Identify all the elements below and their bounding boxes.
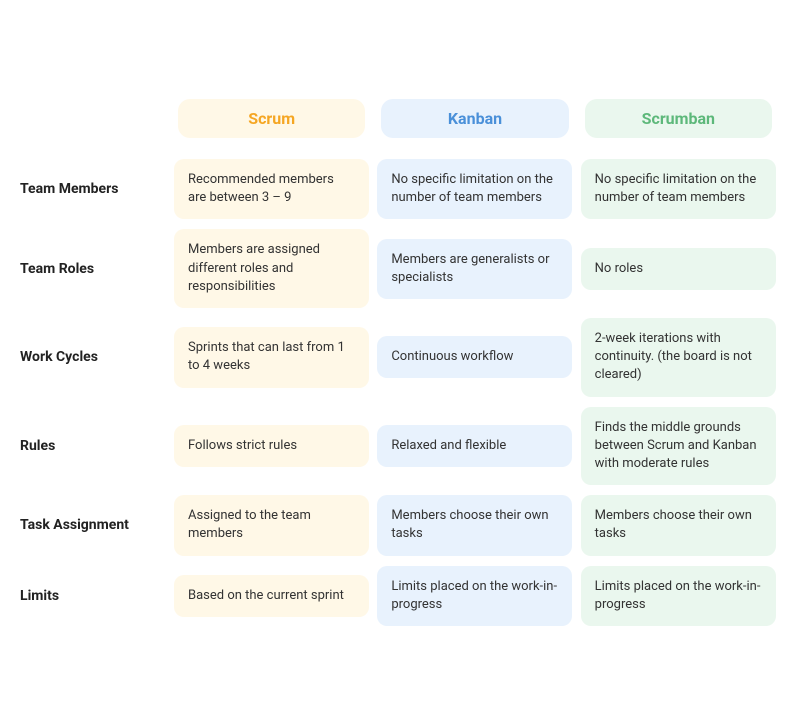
cell-content-scrum-2: Sprints that can last from 1 to 4 weeks — [174, 327, 369, 387]
table-row: Team MembersRecommended members are betw… — [20, 154, 780, 224]
scrumban-header: Scrumban — [577, 89, 780, 154]
cell-scrumban-1: No roles — [577, 224, 780, 313]
cell-content-scrumban-4: Members choose their own tasks — [581, 495, 776, 555]
kanban-header: Kanban — [373, 89, 576, 154]
row-label: Rules — [20, 402, 170, 491]
row-label: Team Roles — [20, 224, 170, 313]
row-label: Task Assignment — [20, 490, 170, 560]
cell-content-scrum-4: Assigned to the team members — [174, 495, 369, 555]
table-row: Task AssignmentAssigned to the team memb… — [20, 490, 780, 560]
table-row: Team RolesMembers are assigned different… — [20, 224, 780, 313]
row-label: Team Members — [20, 154, 170, 224]
cell-content-kanban-5: Limits placed on the work-in-progress — [377, 566, 572, 626]
cell-scrumban-2: 2-week iterations with continuity. (the … — [577, 313, 780, 402]
cell-content-scrumban-5: Limits placed on the work-in-progress — [581, 566, 776, 626]
cell-scrum-5: Based on the current sprint — [170, 561, 373, 631]
row-label: Work Cycles — [20, 313, 170, 402]
cell-scrum-0: Recommended members are between 3 – 9 — [170, 154, 373, 224]
cell-content-scrum-1: Members are assigned different roles and… — [174, 229, 369, 308]
row-label: Limits — [20, 561, 170, 631]
comparison-table: Scrum Kanban Scrumban Team MembersRecomm… — [20, 89, 780, 631]
corner-header — [20, 89, 170, 154]
cell-content-kanban-2: Continuous workflow — [377, 336, 572, 378]
cell-kanban-4: Members choose their own tasks — [373, 490, 576, 560]
cell-scrumban-5: Limits placed on the work-in-progress — [577, 561, 780, 631]
cell-scrum-2: Sprints that can last from 1 to 4 weeks — [170, 313, 373, 402]
cell-content-scrum-5: Based on the current sprint — [174, 575, 369, 617]
cell-scrumban-0: No specific limitation on the number of … — [577, 154, 780, 224]
scrum-header: Scrum — [170, 89, 373, 154]
table-row: Work CyclesSprints that can last from 1 … — [20, 313, 780, 402]
cell-content-kanban-1: Members are generalists or specialists — [377, 239, 572, 299]
cell-scrum-3: Follows strict rules — [170, 402, 373, 491]
cell-content-kanban-3: Relaxed and flexible — [377, 425, 572, 467]
cell-content-scrumban-1: No roles — [581, 248, 776, 290]
cell-content-kanban-0: No specific limitation on the number of … — [377, 159, 572, 219]
cell-kanban-0: No specific limitation on the number of … — [373, 154, 576, 224]
table-row: LimitsBased on the current sprintLimits … — [20, 561, 780, 631]
cell-content-kanban-4: Members choose their own tasks — [377, 495, 572, 555]
cell-scrumban-4: Members choose their own tasks — [577, 490, 780, 560]
cell-content-scrumban-3: Finds the middle grounds between Scrum a… — [581, 407, 776, 486]
cell-kanban-1: Members are generalists or specialists — [373, 224, 576, 313]
table-row: RulesFollows strict rulesRelaxed and fle… — [20, 402, 780, 491]
cell-kanban-2: Continuous workflow — [373, 313, 576, 402]
cell-scrumban-3: Finds the middle grounds between Scrum a… — [577, 402, 780, 491]
cell-content-scrum-0: Recommended members are between 3 – 9 — [174, 159, 369, 219]
cell-scrum-4: Assigned to the team members — [170, 490, 373, 560]
cell-content-scrumban-0: No specific limitation on the number of … — [581, 159, 776, 219]
cell-content-scrum-3: Follows strict rules — [174, 425, 369, 467]
cell-scrum-1: Members are assigned different roles and… — [170, 224, 373, 313]
cell-kanban-3: Relaxed and flexible — [373, 402, 576, 491]
cell-kanban-5: Limits placed on the work-in-progress — [373, 561, 576, 631]
cell-content-scrumban-2: 2-week iterations with continuity. (the … — [581, 318, 776, 397]
